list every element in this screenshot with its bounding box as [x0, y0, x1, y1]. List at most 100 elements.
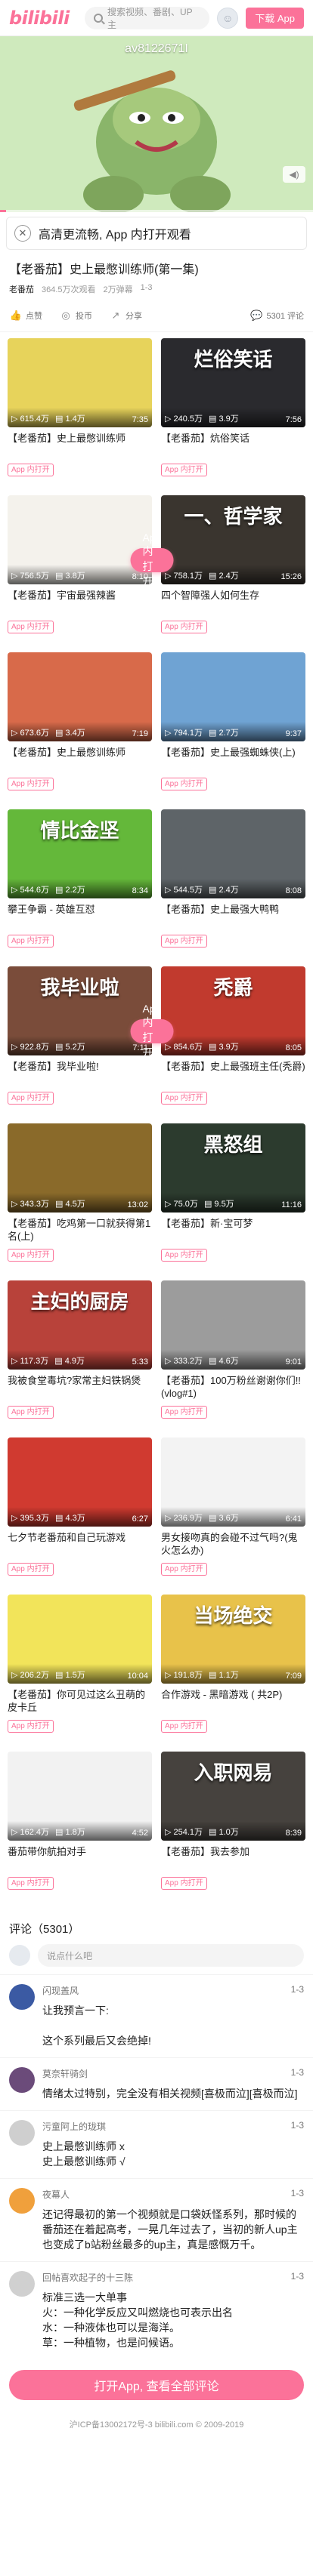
video-card[interactable]: ▷ 615.4万 ▤ 1.4万 7:35 【老番茄】史上最憋训练师 App 内打开: [8, 338, 152, 495]
commenter-name[interactable]: 莫奈轩骑剑: [42, 2067, 88, 2080]
comment-count-button[interactable]: 💬 5301 评论: [249, 309, 304, 322]
video-card[interactable]: ▷ 206.2万 ▤ 1.5万 10:04 【老番茄】你可见过这么丑萌的皮卡丘 App …: [8, 1595, 152, 1752]
video-card-title[interactable]: 【老番茄】你可见过这么丑萌的皮卡丘: [8, 1688, 152, 1714]
open-in-app-tag[interactable]: App 内打开: [8, 935, 54, 948]
video-thumbnail[interactable]: ▷ 162.4万 ▤ 1.8万 4:52: [8, 1752, 152, 1841]
video-card[interactable]: 一、哲学家 ▷ 758.1万 ▤ 2.4万 15:26 四个智障强人如何生存 App 内打…: [161, 495, 305, 652]
open-app-hint-bar[interactable]: ✕ 高清更流畅, App 内打开观看: [6, 217, 307, 250]
video-thumbnail[interactable]: 烂俗笑话 ▷ 240.5万 ▤ 3.9万 7:56: [161, 338, 305, 427]
video-card[interactable]: ▷ 395.3万 ▤ 4.3万 6:27 七夕节老番茄和自己玩游戏 App 内打开: [8, 1437, 152, 1595]
video-thumbnail[interactable]: 情比金坚 ▷ 544.6万 ▤ 2.2万 8:34: [8, 809, 152, 898]
video-thumbnail[interactable]: 我毕业啦 ▷ 922.8万 ▤ 5.2万 7:11: [8, 966, 152, 1055]
open-in-app-tag[interactable]: App 内打开: [8, 621, 54, 633]
video-card-title[interactable]: 攀王争霸 - 英雄互怼: [8, 903, 152, 929]
video-thumbnail[interactable]: 黑怒组 ▷ 75.0万 ▤ 9.5万 11:16: [161, 1123, 305, 1213]
bilibili-logo[interactable]: bilibili: [9, 8, 77, 29]
video-thumbnail[interactable]: ▷ 756.5万 ▤ 3.8万 8:10: [8, 495, 152, 584]
open-app-all-comments-button[interactable]: 打开App, 查看全部评论: [9, 2370, 304, 2400]
video-thumbnail[interactable]: ▷ 615.4万 ▤ 1.4万 7:35: [8, 338, 152, 427]
commenter-name[interactable]: 污童阿上的珑琪: [42, 2120, 106, 2133]
video-thumbnail[interactable]: ▷ 343.3万 ▤ 4.5万 13:02: [8, 1123, 152, 1213]
video-thumbnail[interactable]: ▷ 333.2万 ▤ 4.6万 9:01: [161, 1280, 305, 1370]
close-icon[interactable]: ✕: [14, 225, 31, 242]
share-button[interactable]: ↗ 分享: [109, 309, 142, 322]
video-card-title[interactable]: 四个智障强人如何生存: [161, 589, 305, 615]
open-in-app-tag[interactable]: App 内打开: [161, 1406, 207, 1419]
video-thumbnail[interactable]: 主妇的厨房 ▷ 117.3万 ▤ 4.9万 5:33: [8, 1280, 152, 1370]
like-button[interactable]: 👍 点赞: [9, 309, 42, 322]
open-in-app-tag[interactable]: App 内打开: [161, 1249, 207, 1262]
video-thumbnail[interactable]: 一、哲学家 ▷ 758.1万 ▤ 2.4万 15:26: [161, 495, 305, 584]
open-in-app-tag[interactable]: App 内打开: [8, 1406, 54, 1419]
commenter-avatar[interactable]: [9, 2120, 35, 2146]
video-card-title[interactable]: 男女接吻真的会碰不过气吗?(鬼火怎么办): [161, 1531, 305, 1557]
coin-button[interactable]: ◎ 投币: [59, 309, 92, 322]
video-thumbnail[interactable]: 秃爵 ▷ 854.6万 ▤ 3.9万 8:05: [161, 966, 305, 1055]
user-avatar-icon[interactable]: ☺: [217, 7, 239, 29]
video-thumbnail[interactable]: ▷ 794.1万 ▤ 2.7万 9:37: [161, 652, 305, 741]
video-thumbnail[interactable]: ▷ 395.3万 ▤ 4.3万 6:27: [8, 1437, 152, 1527]
commenter-avatar[interactable]: [9, 2067, 35, 2093]
video-card-title[interactable]: 番茄带你航拍对手: [8, 1845, 152, 1871]
video-thumbnail[interactable]: ▷ 206.2万 ▤ 1.5万 10:04: [8, 1595, 152, 1684]
video-card-title[interactable]: 七夕节老番茄和自己玩游戏: [8, 1531, 152, 1557]
video-thumbnail[interactable]: 当场绝交 ▷ 191.8万 ▤ 1.1万 7:09: [161, 1595, 305, 1684]
open-in-app-tag[interactable]: App 内打开: [8, 464, 54, 476]
open-in-app-tag[interactable]: App 内打开: [161, 1877, 207, 1890]
commenter-name[interactable]: 夜幕人: [42, 2188, 70, 2201]
video-card-title[interactable]: 【老番茄】吃鸡第一口就获得第1名(上): [8, 1217, 152, 1243]
video-card[interactable]: 秃爵 ▷ 854.6万 ▤ 3.9万 8:05 【老番茄】史上最强班主任(秃爵) App …: [161, 966, 305, 1123]
video-card-title[interactable]: 【老番茄】史上最强大鸭鸭: [161, 903, 305, 929]
video-card-title[interactable]: 【老番茄】炕俗笑话: [161, 432, 305, 458]
video-card[interactable]: ▷ 236.9万 ▤ 3.6万 6:41 男女接吻真的会碰不过气吗?(鬼火怎么办) Ap…: [161, 1437, 305, 1595]
video-card[interactable]: ▷ 333.2万 ▤ 4.6万 9:01 【老番茄】100万粉丝谢谢你们!! (vlo…: [161, 1280, 305, 1437]
video-card-title[interactable]: 合作游戏 - 黑暗游戏 ( 共2P): [161, 1688, 305, 1714]
video-card[interactable]: 烂俗笑话 ▷ 240.5万 ▤ 3.9万 7:56 【老番茄】炕俗笑话 App 内打开: [161, 338, 305, 495]
video-card-title[interactable]: 【老番茄】我去参加: [161, 1845, 305, 1871]
video-card-title[interactable]: 【老番茄】史上最强蜘蛛侠(上): [161, 746, 305, 772]
video-card[interactable]: ▷ 162.4万 ▤ 1.8万 4:52 番茄带你航拍对手 App 内打开: [8, 1752, 152, 1909]
uploader-name[interactable]: 老番茄: [9, 283, 34, 295]
video-player[interactable]: av8122671I ◀): [0, 36, 313, 212]
open-in-app-tag[interactable]: App 内打开: [161, 621, 207, 633]
open-in-app-tag[interactable]: App 内打开: [8, 1249, 54, 1262]
video-card[interactable]: ▷ 544.5万 ▤ 2.4万 8:08 【老番茄】史上最强大鸭鸭 App 内打开: [161, 809, 305, 966]
video-card-title[interactable]: 【老番茄】史上最憋训练师: [8, 432, 152, 458]
open-in-app-pill[interactable]: App内打开: [130, 1003, 174, 1058]
commenter-avatar[interactable]: [9, 1984, 35, 2010]
open-in-app-tag[interactable]: App 内打开: [8, 778, 54, 790]
video-thumbnail[interactable]: ▷ 544.5万 ▤ 2.4万 8:08: [161, 809, 305, 898]
video-card[interactable]: 入职网易 ▷ 254.1万 ▤ 1.0万 8:39 【老番茄】我去参加 App 内打开: [161, 1752, 305, 1909]
open-in-app-tag[interactable]: App 内打开: [161, 1563, 207, 1576]
video-card[interactable]: ▷ 794.1万 ▤ 2.7万 9:37 【老番茄】史上最强蜘蛛侠(上) App 内打开: [161, 652, 305, 809]
video-card[interactable]: 黑怒组 ▷ 75.0万 ▤ 9.5万 11:16 【老番茄】新·宝可梦 App 内打开: [161, 1123, 305, 1280]
open-in-app-tag[interactable]: App 内打开: [8, 1092, 54, 1105]
video-card[interactable]: 主妇的厨房 ▷ 117.3万 ▤ 4.9万 5:33 我被食堂毒坑?家常主妇铁锅煲 App…: [8, 1280, 152, 1437]
comment-input[interactable]: 说点什么吧: [38, 1944, 304, 1967]
mute-icon[interactable]: ◀): [283, 166, 305, 183]
video-card[interactable]: ▷ 673.6万 ▤ 3.4万 7:19 【老番茄】史上最憋训练师 App 内打开: [8, 652, 152, 809]
download-app-button[interactable]: 下载 App: [246, 7, 304, 29]
video-card[interactable]: ▷ 756.5万 ▤ 3.8万 8:10 【老番茄】宇宙最强辣酱 App 内打开 App内…: [8, 495, 174, 652]
video-thumbnail[interactable]: ▷ 673.6万 ▤ 3.4万 7:19: [8, 652, 152, 741]
open-in-app-tag[interactable]: App 内打开: [161, 778, 207, 790]
video-thumbnail[interactable]: 入职网易 ▷ 254.1万 ▤ 1.0万 8:39: [161, 1752, 305, 1841]
video-card[interactable]: ▷ 343.3万 ▤ 4.5万 13:02 【老番茄】吃鸡第一口就获得第1名(上) Ap…: [8, 1123, 152, 1280]
open-in-app-tag[interactable]: App 内打开: [161, 464, 207, 476]
video-card-title[interactable]: 我被食堂毒坑?家常主妇铁锅煲: [8, 1374, 152, 1400]
open-in-app-tag[interactable]: App 内打开: [161, 1092, 207, 1105]
video-card-title[interactable]: 【老番茄】史上最强班主任(秃爵): [161, 1060, 305, 1086]
commenter-name[interactable]: 回帖喜欢起子的十三陈: [42, 2271, 133, 2284]
search-box[interactable]: 搜索视频、番剧、UP主: [85, 6, 210, 30]
video-card-title[interactable]: 【老番茄】宇宙最强辣酱: [8, 589, 152, 615]
open-in-app-tag[interactable]: App 内打开: [8, 1720, 54, 1733]
commenter-avatar[interactable]: [9, 2271, 35, 2297]
video-card[interactable]: 情比金坚 ▷ 544.6万 ▤ 2.2万 8:34 攀王争霸 - 英雄互怼 App 内打开: [8, 809, 152, 966]
commenter-avatar[interactable]: [9, 2188, 35, 2214]
open-in-app-pill[interactable]: App内打开: [130, 532, 174, 587]
playback-progress[interactable]: [0, 210, 313, 212]
video-card-title[interactable]: 【老番茄】新·宝可梦: [161, 1217, 305, 1243]
video-card-title[interactable]: 【老番茄】我毕业啦!: [8, 1060, 152, 1086]
commenter-name[interactable]: 闪现盖风: [42, 1984, 79, 1997]
video-card[interactable]: 我毕业啦 ▷ 922.8万 ▤ 5.2万 7:11 【老番茄】我毕业啦! App 内打开 A…: [8, 966, 174, 1123]
